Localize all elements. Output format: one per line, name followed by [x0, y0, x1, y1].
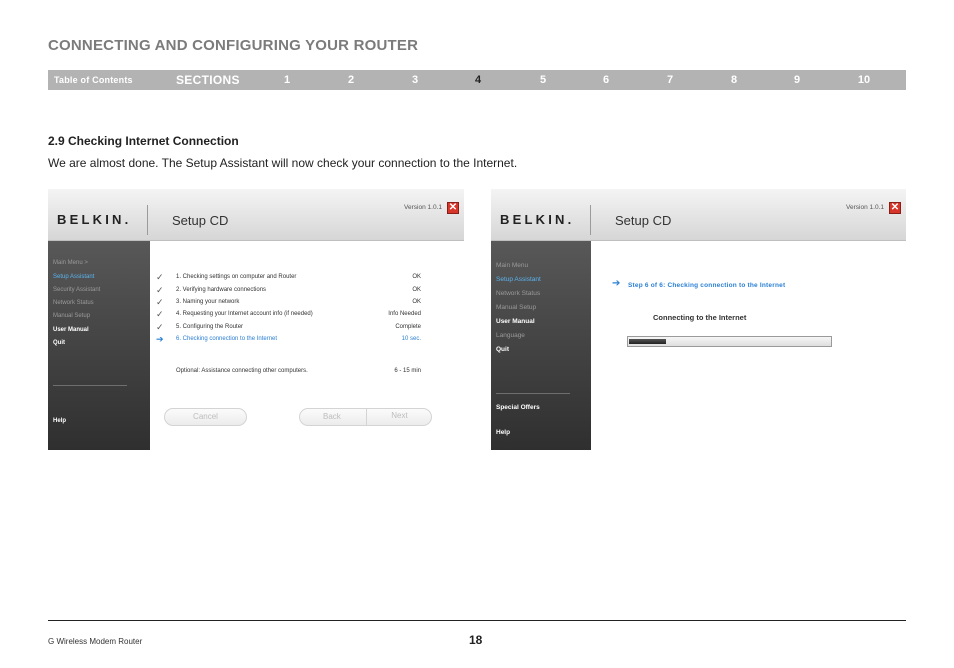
body-paragraph: We are almost done. The Setup Assistant …: [48, 156, 518, 170]
step-status: Info Needed: [388, 311, 421, 317]
version-label: Version 1.0.1: [404, 204, 442, 211]
sidebar-item-quit[interactable]: Quit: [496, 346, 509, 353]
sidebar-item-user-manual[interactable]: User Manual: [53, 327, 89, 333]
app-title: Setup CD: [615, 213, 672, 228]
section-navbar: Table of Contents SECTIONS 1 2 3 4 5 6 7…: [48, 70, 906, 90]
setup-cd-screenshot-steps: BELKIN. Setup CD Version 1.0.1 ✕ Main Me…: [48, 189, 464, 450]
step-text: 5. Configuring the Router: [176, 324, 244, 330]
app-header: BELKIN. Setup CD Version 1.0.1 ✕: [491, 189, 906, 241]
product-name: G Wireless Modem Router: [48, 637, 143, 646]
step-status: OK: [412, 299, 421, 305]
step-indicator: Step 6 of 6: Checking connection to the …: [628, 282, 786, 289]
sidebar-item-manual-setup[interactable]: Manual Setup: [496, 304, 536, 311]
arrow-right-icon: ➔: [156, 334, 164, 344]
connecting-label: Connecting to the Internet: [653, 313, 747, 322]
section-link-7[interactable]: 7: [660, 74, 680, 86]
section-heading: 2.9 Checking Internet Connection: [48, 134, 239, 148]
section-link-2[interactable]: 2: [341, 74, 361, 86]
check-icon: ✓: [156, 272, 164, 282]
step-text: 2. Verifying hardware connections: [176, 287, 267, 293]
step-text: 3. Naming your network: [176, 299, 240, 305]
logo-divider: [147, 205, 148, 235]
sidebar-item-quit[interactable]: Quit: [53, 340, 65, 346]
sidebar-item-help[interactable]: Help: [496, 429, 510, 436]
sidebar-menu: Main Menu Setup Assistant Network Status…: [491, 241, 591, 450]
sidebar-item-network-status[interactable]: Network Status: [496, 290, 540, 297]
sidebar-item-user-manual[interactable]: User Manual: [496, 318, 535, 325]
section-link-10[interactable]: 10: [854, 74, 874, 86]
step-status: OK: [412, 274, 421, 280]
next-button[interactable]: Next: [367, 408, 432, 426]
check-icon: ✓: [156, 297, 164, 307]
close-icon[interactable]: ✕: [447, 202, 459, 214]
cancel-button[interactable]: Cancel: [164, 408, 247, 426]
sidebar-item-special-offers[interactable]: Special Offers: [496, 404, 540, 411]
optional-time: 6 - 15 min: [394, 368, 421, 374]
section-link-9[interactable]: 9: [787, 74, 807, 86]
table-of-contents-link[interactable]: Table of Contents: [54, 75, 133, 85]
sidebar-item-manual-setup[interactable]: Manual Setup: [53, 313, 90, 319]
sidebar-item-network-status[interactable]: Network Status: [53, 300, 94, 306]
progress-fill: [629, 339, 666, 344]
sidebar-item-main-menu[interactable]: Main Menu >: [53, 260, 88, 266]
footer-rule: [48, 620, 906, 621]
section-link-1[interactable]: 1: [277, 74, 297, 86]
arrow-right-icon: ➔: [612, 278, 621, 289]
section-link-5[interactable]: 5: [533, 74, 553, 86]
step-status: Complete: [395, 324, 421, 330]
sidebar-item-security-assistant[interactable]: Security Assistant: [53, 287, 100, 293]
sidebar-menu: Main Menu > Setup Assistant Security Ass…: [48, 241, 150, 450]
sidebar-item-setup-assistant[interactable]: Setup Assistant: [496, 276, 541, 283]
app-header: BELKIN. Setup CD Version 1.0.1 ✕: [48, 189, 464, 241]
check-icon: ✓: [156, 309, 164, 319]
step-status: OK: [412, 287, 421, 293]
step-text: 6. Checking connection to the Internet: [176, 336, 278, 342]
sidebar-item-main-menu[interactable]: Main Menu: [496, 262, 528, 269]
chapter-title: CONNECTING AND CONFIGURING YOUR ROUTER: [48, 37, 419, 54]
section-link-4[interactable]: 4: [468, 74, 488, 86]
app-title: Setup CD: [172, 213, 229, 228]
setup-cd-screenshot-progress: BELKIN. Setup CD Version 1.0.1 ✕ Main Me…: [491, 189, 906, 450]
belkin-logo: BELKIN.: [57, 212, 132, 227]
step-status: 10 sec.: [401, 336, 421, 342]
sidebar-item-language[interactable]: Language: [496, 332, 525, 339]
check-icon: ✓: [156, 285, 164, 295]
check-icon: ✓: [156, 322, 164, 332]
sections-label: SECTIONS: [176, 73, 240, 87]
step-text: 1. Checking settings on computer and Rou…: [176, 274, 297, 280]
sidebar-divider: [496, 393, 570, 394]
section-link-3[interactable]: 3: [405, 74, 425, 86]
connection-progress-bar: [627, 336, 832, 347]
sidebar-item-help[interactable]: Help: [53, 418, 66, 424]
version-label: Version 1.0.1: [846, 204, 884, 211]
logo-divider: [590, 205, 591, 235]
page-number: 18: [469, 633, 483, 647]
sidebar-divider: [53, 385, 127, 386]
optional-label: Optional: Assistance connecting other co…: [176, 368, 308, 374]
section-link-6[interactable]: 6: [596, 74, 616, 86]
section-link-8[interactable]: 8: [724, 74, 744, 86]
close-icon[interactable]: ✕: [889, 202, 901, 214]
belkin-logo: BELKIN.: [500, 212, 575, 227]
sidebar-item-setup-assistant[interactable]: Setup Assistant: [53, 274, 94, 280]
step-text: 4. Requesting your Internet account info…: [176, 311, 313, 317]
